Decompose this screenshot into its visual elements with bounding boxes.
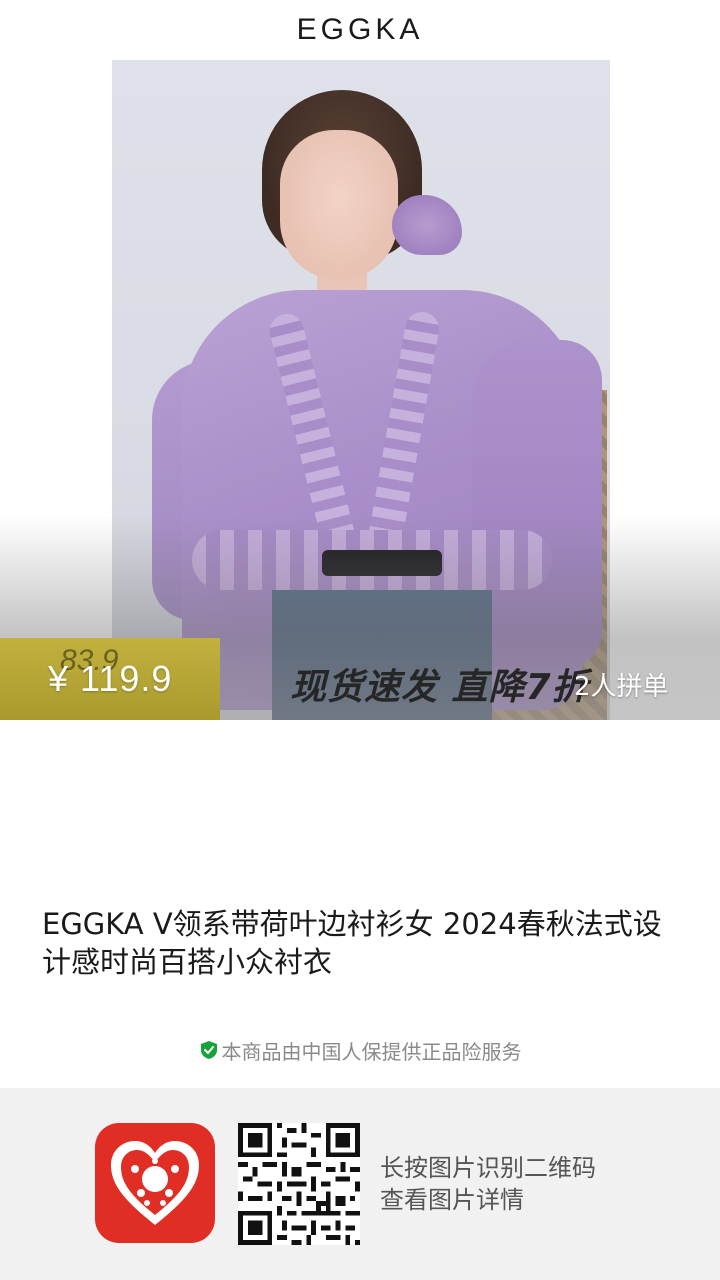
guarantee-notice: 本商品由中国人保提供正品险服务 [0, 1034, 720, 1066]
pinduoduo-logo [95, 1123, 215, 1243]
price-current: ¥ 119.9 [48, 658, 173, 699]
product-title: EGGKA V领系带荷叶边衬衫女 2024春秋法式设计感时尚百搭小众衬衣 [42, 907, 662, 979]
brand-name: EGGKA [296, 13, 424, 46]
price-banner: 83.9 ¥ 119.9 现货速发 直降7折 2人拼单 [0, 638, 720, 720]
qr-hint-line1: 长按图片识别二维码 [380, 1154, 596, 1182]
product-image[interactable]: 83.9 ¥ 119.9 现货速发 直降7折 2人拼单 [0, 60, 720, 720]
brand-header: EGGKA [0, 0, 720, 60]
group-buy-label: 2人拼单 [574, 672, 669, 702]
promo-text: 现货速发 直降7折 [290, 667, 589, 708]
heart-logo-icon [111, 1141, 199, 1225]
qr-hint-line2: 查看图片详情 [380, 1186, 524, 1214]
qr-hint: 长按图片识别二维码 查看图片详情 [380, 1152, 596, 1216]
share-footer: 长按图片识别二维码 查看图片详情 [0, 1088, 720, 1280]
qr-code-icon[interactable] [238, 1123, 360, 1245]
guarantee-text: 本商品由中国人保提供正品险服务 [221, 1039, 522, 1064]
model-face [280, 130, 398, 280]
shield-check-icon [200, 1041, 217, 1059]
price-box: 83.9 ¥ 119.9 [0, 638, 220, 720]
hair-bow [392, 195, 462, 255]
